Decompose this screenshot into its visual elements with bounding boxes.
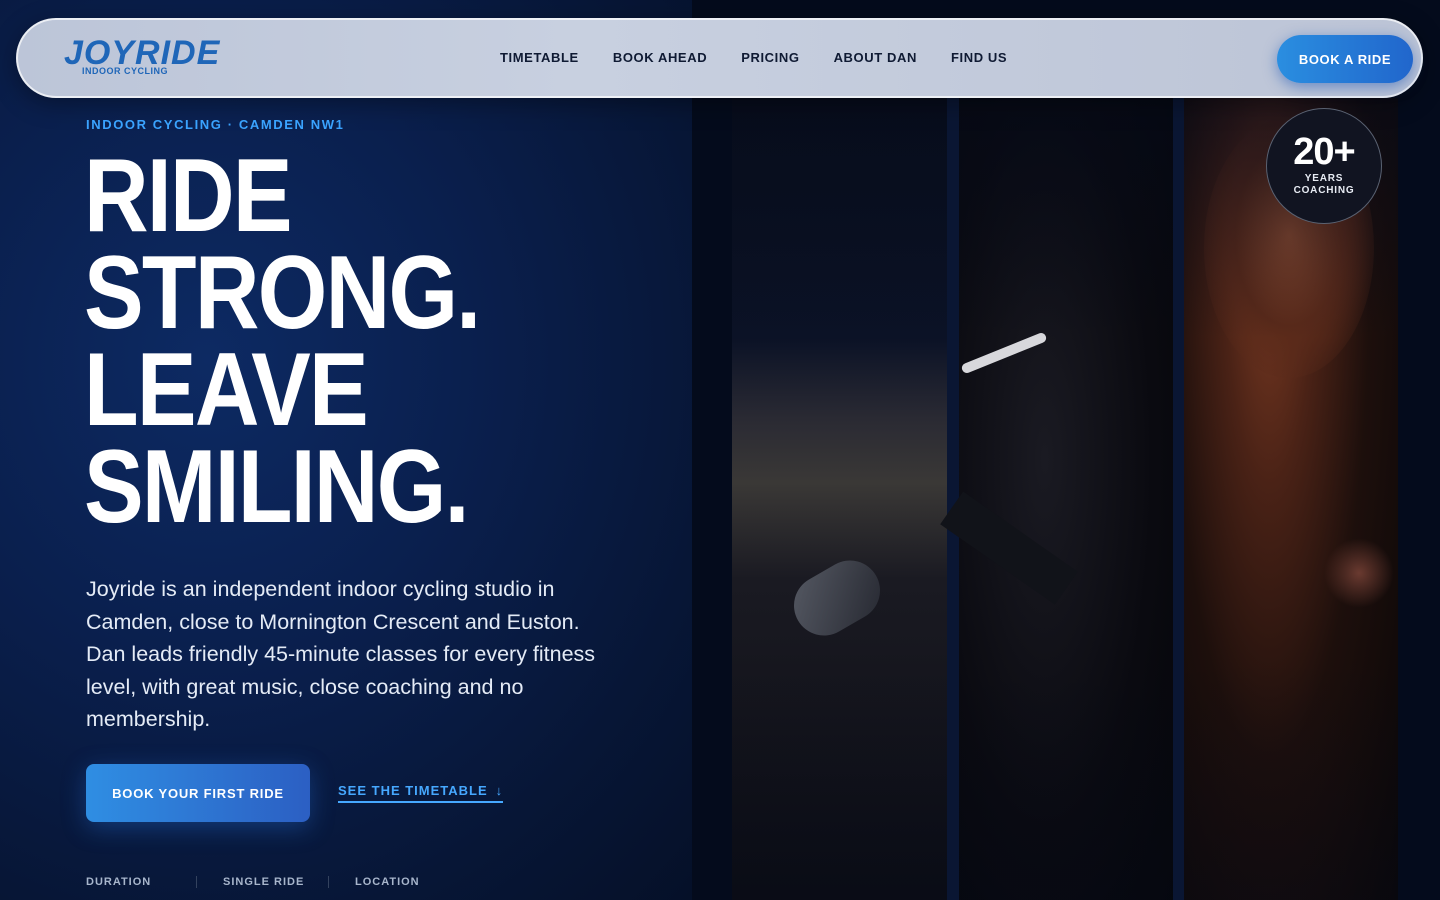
headline-line-4: SMILING.	[84, 429, 469, 545]
hero-intro: Joyride is an independent indoor cycling…	[86, 577, 596, 731]
joyride-logo[interactable]: JOYRIDE INDOOR CYCLING	[64, 34, 219, 80]
book-first-ride-button[interactable]: BOOK YOUR FIRST RIDE	[86, 764, 310, 822]
years-coaching-badge: 20+ YEARS COACHING	[1266, 108, 1382, 224]
arrow-down-icon: ↓	[495, 783, 504, 798]
logo-subtext: INDOOR CYCLING	[82, 66, 169, 76]
nav-link-find-us[interactable]: FIND US	[951, 50, 1007, 65]
nav-link-timetable[interactable]: TIMETABLE	[500, 50, 579, 65]
hero-stats: DURATION SINGLE RIDE LOCATION	[86, 876, 446, 888]
hero-headline: RIDE STRONG. LEAVE SMILING.	[84, 138, 600, 545]
nav-link-book-ahead[interactable]: BOOK AHEAD	[613, 50, 707, 65]
stat-duration: DURATION	[86, 876, 152, 888]
stat-location: LOCATION	[328, 876, 446, 888]
see-timetable-label: SEE THE TIMETABLE	[338, 783, 488, 798]
nav-link-pricing[interactable]: PRICING	[741, 50, 799, 65]
badge-label: YEARS COACHING	[1267, 173, 1381, 197]
badge-label-line-2: COACHING	[1293, 185, 1355, 196]
top-navigation: JOYRIDE INDOOR CYCLING TIMETABLE BOOK AH…	[16, 18, 1423, 98]
photo-panel-rider	[1184, 98, 1398, 900]
see-timetable-link[interactable]: SEE THE TIMETABLE ↓	[338, 783, 504, 803]
badge-label-line-1: YEARS	[1304, 173, 1344, 184]
photo-panel-bike	[732, 98, 947, 900]
nav-links: TIMETABLE BOOK AHEAD PRICING ABOUT DAN F…	[500, 50, 1041, 65]
book-a-ride-button[interactable]: BOOK A RIDE	[1277, 35, 1413, 83]
nav-link-about-dan[interactable]: ABOUT DAN	[834, 50, 917, 65]
headline-line-1: RIDE	[84, 138, 293, 254]
badge-number: 20+	[1293, 131, 1355, 173]
hero-eyebrow: INDOOR CYCLING · CAMDEN NW1	[86, 117, 345, 132]
stat-single-ride: SINGLE RIDE	[196, 876, 328, 888]
headline-line-3: LEAVE	[84, 332, 369, 448]
headline-line-2: STRONG.	[84, 235, 481, 351]
photo-panel-handlebar	[940, 98, 1173, 900]
